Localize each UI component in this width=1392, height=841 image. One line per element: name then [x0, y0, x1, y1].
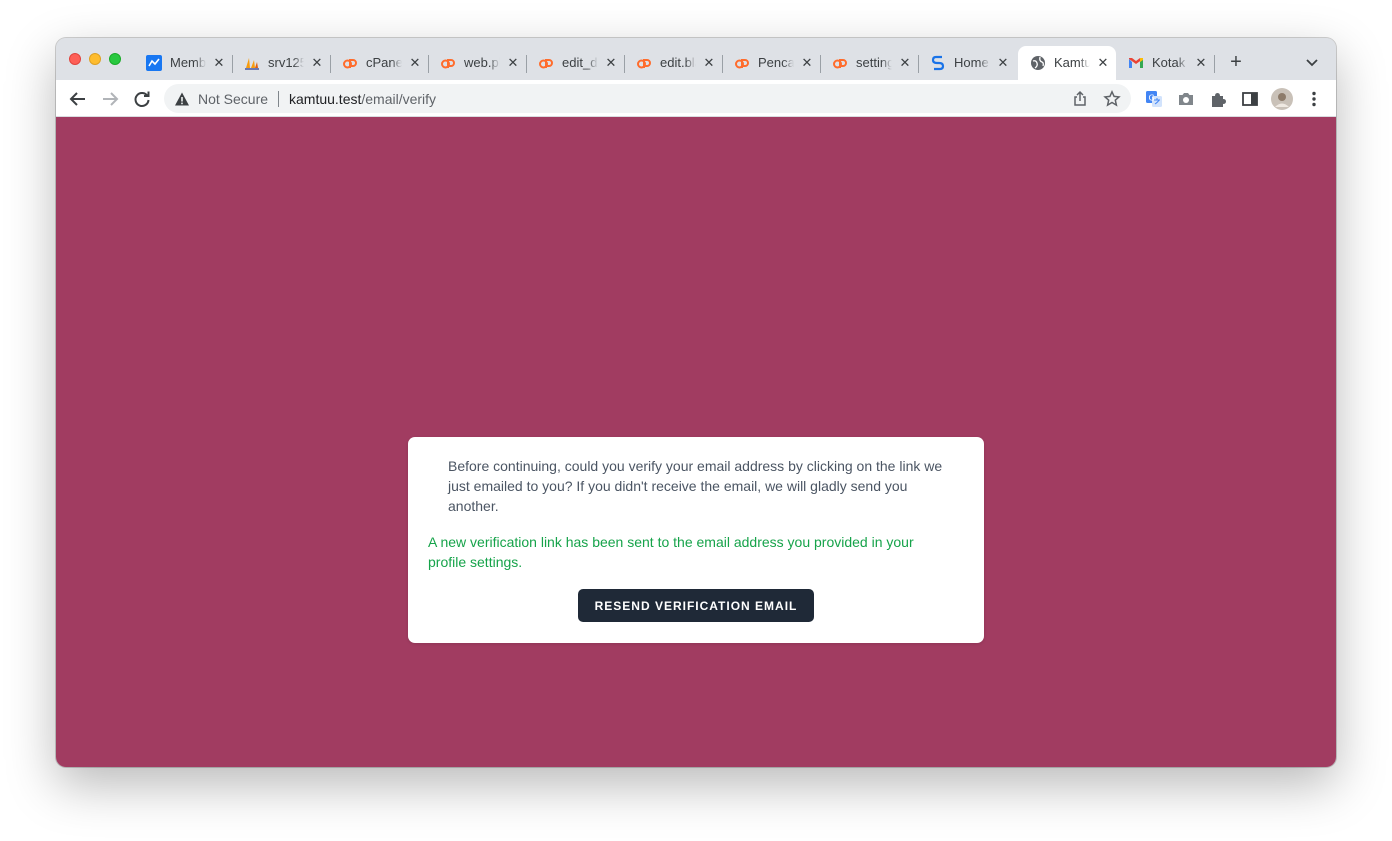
tab-title: cPanel — [366, 55, 402, 70]
tab-home[interactable]: Home ✕ — [918, 46, 1016, 80]
close-window-button[interactable] — [69, 53, 81, 65]
tab-title: Home — [954, 55, 989, 70]
close-icon[interactable]: ✕ — [701, 55, 717, 71]
tab-strip: Members ✕ srv125 ✕ cPanel ✕ web.php — [56, 38, 1336, 80]
close-icon[interactable]: ✕ — [407, 55, 423, 71]
new-tab-button[interactable]: + — [1226, 52, 1246, 72]
close-icon[interactable]: ✕ — [1193, 55, 1209, 71]
resend-verification-button[interactable]: RESEND VERIFICATION EMAIL — [578, 589, 814, 622]
tab-edit-blade[interactable]: edit.blade ✕ — [624, 46, 723, 80]
omnibox-divider — [278, 91, 279, 107]
tab-title: srv125 — [268, 55, 304, 70]
close-icon[interactable]: ✕ — [799, 55, 815, 71]
tab-members[interactable]: Members ✕ — [134, 46, 233, 80]
verification-message: Before continuing, could you verify your… — [448, 458, 943, 514]
share-icon[interactable] — [1071, 90, 1089, 108]
minimize-window-button[interactable] — [89, 53, 101, 65]
forward-arrow-icon[interactable] — [100, 89, 120, 109]
tab-web-php[interactable]: web.php ✕ — [428, 46, 527, 80]
tab-settings[interactable]: settings ✕ — [820, 46, 919, 80]
gmail-icon — [1128, 55, 1144, 71]
extensions-puzzle-icon[interactable] — [1208, 89, 1228, 109]
maximize-window-button[interactable] — [109, 53, 121, 65]
phpmyadmin-icon — [244, 55, 260, 71]
url-host: kamtuu.test — [289, 91, 362, 107]
cpanel-icon — [832, 55, 848, 71]
side-panel-icon[interactable] — [1240, 89, 1260, 109]
members-chart-icon — [146, 55, 162, 71]
tab-kamtuu[interactable]: Kamtuu ✕ — [1018, 46, 1116, 80]
tab-edit-data[interactable]: edit_data ✕ — [526, 46, 625, 80]
close-icon[interactable]: ✕ — [603, 55, 619, 71]
bookmark-star-icon[interactable] — [1103, 89, 1121, 108]
cpanel-icon — [538, 55, 554, 71]
tab-title: settings — [856, 55, 892, 70]
tab-title: web.php — [464, 55, 500, 70]
back-arrow-icon[interactable] — [68, 89, 88, 109]
kebab-menu-icon[interactable] — [1304, 89, 1324, 109]
close-icon[interactable]: ✕ — [505, 55, 521, 71]
brand-s-icon — [930, 55, 946, 71]
close-icon[interactable]: ✕ — [309, 55, 325, 71]
tab-separator — [1214, 55, 1215, 73]
tab-cpanel[interactable]: cPanel ✕ — [330, 46, 429, 80]
close-icon[interactable]: ✕ — [897, 55, 913, 71]
close-icon[interactable]: ✕ — [211, 55, 227, 71]
camera-icon[interactable] — [1176, 89, 1196, 109]
browser-toolbar: Not Secure kamtuu.test/email/verify G — [56, 80, 1336, 117]
url-path: /email/verify — [361, 91, 437, 107]
globe-icon — [1030, 55, 1046, 71]
page-viewport: Before continuing, could you verify your… — [56, 117, 1336, 767]
tab-title: edit.blade — [660, 55, 696, 70]
translate-icon[interactable]: G — [1144, 89, 1164, 109]
security-status-label[interactable]: Not Secure — [198, 91, 268, 107]
url-text[interactable]: kamtuu.test/email/verify — [289, 91, 436, 107]
close-icon[interactable]: ✕ — [1095, 55, 1111, 71]
tab-title: Kotak — [1152, 55, 1186, 70]
cpanel-icon — [636, 55, 652, 71]
tab-pencarian[interactable]: Pencarian ✕ — [722, 46, 821, 80]
cpanel-icon — [734, 55, 750, 71]
reload-icon[interactable] — [132, 89, 152, 109]
verification-sent-status: A new verification link has been sent to… — [428, 534, 914, 570]
tab-srv[interactable]: srv125 ✕ — [232, 46, 331, 80]
close-icon[interactable]: ✕ — [995, 55, 1011, 71]
tab-title: Pencarian — [758, 55, 794, 70]
tab-title: Members — [170, 55, 206, 70]
tab-title: Kamtuu — [1054, 55, 1090, 70]
profile-avatar[interactable] — [1271, 88, 1293, 110]
cpanel-icon — [342, 55, 358, 71]
cpanel-icon — [440, 55, 456, 71]
tab-title: edit_data — [562, 55, 598, 70]
verify-email-card: Before continuing, could you verify your… — [408, 437, 984, 643]
tab-search-chevron-icon[interactable] — [1304, 54, 1320, 70]
browser-window: Members ✕ srv125 ✕ cPanel ✕ web.php — [56, 38, 1336, 767]
svg-text:G: G — [1149, 94, 1155, 103]
address-bar[interactable]: Not Secure kamtuu.test/email/verify — [164, 84, 1131, 113]
tab-kotak[interactable]: Kotak ✕ — [1116, 46, 1215, 80]
warning-icon[interactable] — [174, 91, 190, 107]
